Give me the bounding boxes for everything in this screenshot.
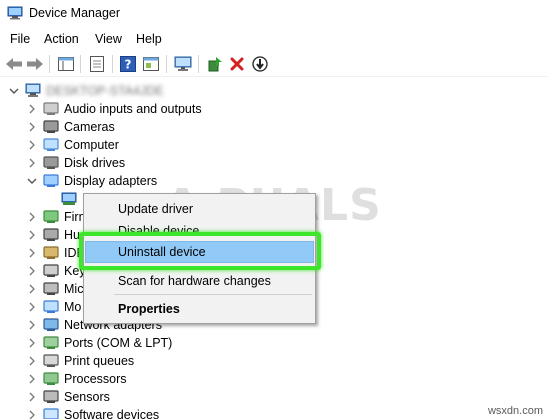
tree-item[interactable]: Processors xyxy=(0,370,547,388)
forward-button[interactable] xyxy=(25,54,45,74)
tree-item[interactable]: Ports (COM & LPT) xyxy=(0,334,547,352)
chevron-right-icon[interactable] xyxy=(27,410,37,419)
menu-scan-hardware[interactable]: Scan for hardware changes xyxy=(85,270,314,292)
chevron-right-icon[interactable] xyxy=(27,320,37,330)
speaker-icon xyxy=(43,102,59,115)
enable-device-button[interactable] xyxy=(250,54,270,74)
device-manager-window: Device Manager File Action View Help ? D… xyxy=(0,0,547,419)
down-arrow-circle-icon xyxy=(252,56,268,72)
tree-item[interactable]: Cameras xyxy=(0,118,547,136)
menu-file[interactable]: File xyxy=(10,32,30,46)
chevron-down-icon[interactable] xyxy=(9,86,19,96)
back-button[interactable] xyxy=(4,54,24,74)
site-watermark: wsxdn.com xyxy=(487,405,543,417)
tree-item-label: Cameras xyxy=(64,120,115,134)
chevron-right-icon[interactable] xyxy=(27,212,37,222)
chevron-right-icon[interactable] xyxy=(27,284,37,294)
toolbar: ? xyxy=(0,51,547,77)
chevron-right-icon[interactable] xyxy=(27,374,37,384)
highlight-callout xyxy=(79,232,321,270)
tree-item[interactable]: Computer xyxy=(0,136,547,154)
processor-icon xyxy=(43,372,59,385)
uninstall-device-button[interactable] xyxy=(227,54,247,74)
firmware-icon xyxy=(43,210,59,223)
red-x-icon xyxy=(230,57,244,71)
chevron-right-icon[interactable] xyxy=(27,158,37,168)
chevron-right-icon[interactable] xyxy=(27,104,37,114)
chevron-right-icon[interactable] xyxy=(27,122,37,132)
chevron-right-icon[interactable] xyxy=(27,248,37,258)
tree-item[interactable]: Audio inputs and outputs xyxy=(0,100,547,118)
tree-item[interactable]: Software devices xyxy=(0,406,547,419)
menu-help[interactable]: Help xyxy=(136,32,162,46)
tree-item-label: Software devices xyxy=(64,408,160,419)
forward-arrow-icon xyxy=(27,58,43,70)
tree-item[interactable]: Disk drives xyxy=(0,154,547,172)
keyboard-icon xyxy=(43,264,59,277)
tree-item-label: Disk drives xyxy=(64,156,126,170)
network-adapter-icon xyxy=(43,318,59,331)
tree-item-label: Mic xyxy=(64,282,84,296)
chevron-right-icon[interactable] xyxy=(27,338,37,348)
display-adapter-icon xyxy=(43,174,59,187)
tree-item[interactable]: Sensors xyxy=(0,388,547,406)
tree-item-label: Computer xyxy=(64,138,119,152)
tree-item-label: Display adapters xyxy=(64,174,158,188)
sensor-icon xyxy=(43,390,59,403)
ide-icon xyxy=(43,246,59,259)
update-driver-icon xyxy=(208,57,222,72)
menu-view[interactable]: View xyxy=(95,32,122,46)
menu-update-driver[interactable]: Update driver xyxy=(85,198,314,220)
show-hide-console-tree-button[interactable] xyxy=(56,54,76,74)
svg-text:?: ? xyxy=(125,58,132,72)
window-title: Device Manager xyxy=(29,6,121,20)
chevron-right-icon[interactable] xyxy=(27,230,37,240)
mice-icon xyxy=(43,282,59,295)
tree-item-label: Mo xyxy=(64,300,82,314)
monitor-scan-icon xyxy=(174,56,192,71)
software-device-icon xyxy=(43,408,59,419)
tree-item-label: Hu xyxy=(64,228,80,242)
tree-item[interactable]: Print queues xyxy=(0,352,547,370)
chevron-right-icon[interactable] xyxy=(27,392,37,402)
console-tree-icon xyxy=(58,57,74,71)
port-icon xyxy=(43,336,59,349)
computer-name: DESKTOP-STA4JDE xyxy=(46,84,164,98)
monitor-icon xyxy=(43,300,59,313)
device-manager-icon xyxy=(7,6,23,20)
menu-separator xyxy=(114,294,312,295)
title-bar: Device Manager xyxy=(0,0,547,27)
view-toolbar-button[interactable] xyxy=(141,54,161,74)
disk-drive-icon xyxy=(43,156,59,169)
tree-item-label: Ports (COM & LPT) xyxy=(64,336,173,350)
tree-item-label: Audio inputs and outputs xyxy=(64,102,202,116)
computer-icon xyxy=(43,138,59,151)
printer-icon xyxy=(43,354,59,367)
menu-action[interactable]: Action xyxy=(44,32,79,46)
scan-hardware-button[interactable] xyxy=(173,54,193,74)
tree-item-label: Print queues xyxy=(64,354,135,368)
view-icon xyxy=(143,57,159,71)
chevron-right-icon[interactable] xyxy=(27,302,37,312)
back-arrow-icon xyxy=(6,58,22,70)
chevron-down-icon[interactable] xyxy=(27,176,37,186)
tree-item-label: Sensors xyxy=(64,390,110,404)
tree-root[interactable]: DESKTOP-STA4JDE xyxy=(0,82,547,100)
properties-toolbar-button[interactable] xyxy=(87,54,107,74)
menu-properties[interactable]: Properties xyxy=(85,298,314,320)
computer-icon xyxy=(25,83,41,97)
menu-bar: File Action View Help xyxy=(0,29,547,49)
display-adapter-icon xyxy=(61,192,77,205)
hid-icon xyxy=(43,228,59,241)
camera-icon xyxy=(43,120,59,133)
chevron-right-icon[interactable] xyxy=(27,356,37,366)
tree-item-label: Processors xyxy=(64,372,127,386)
properties-icon xyxy=(90,56,104,72)
update-driver-button[interactable] xyxy=(205,54,225,74)
help-icon: ? xyxy=(120,56,136,72)
chevron-right-icon[interactable] xyxy=(27,140,37,150)
help-button[interactable]: ? xyxy=(118,54,138,74)
chevron-right-icon[interactable] xyxy=(27,266,37,276)
